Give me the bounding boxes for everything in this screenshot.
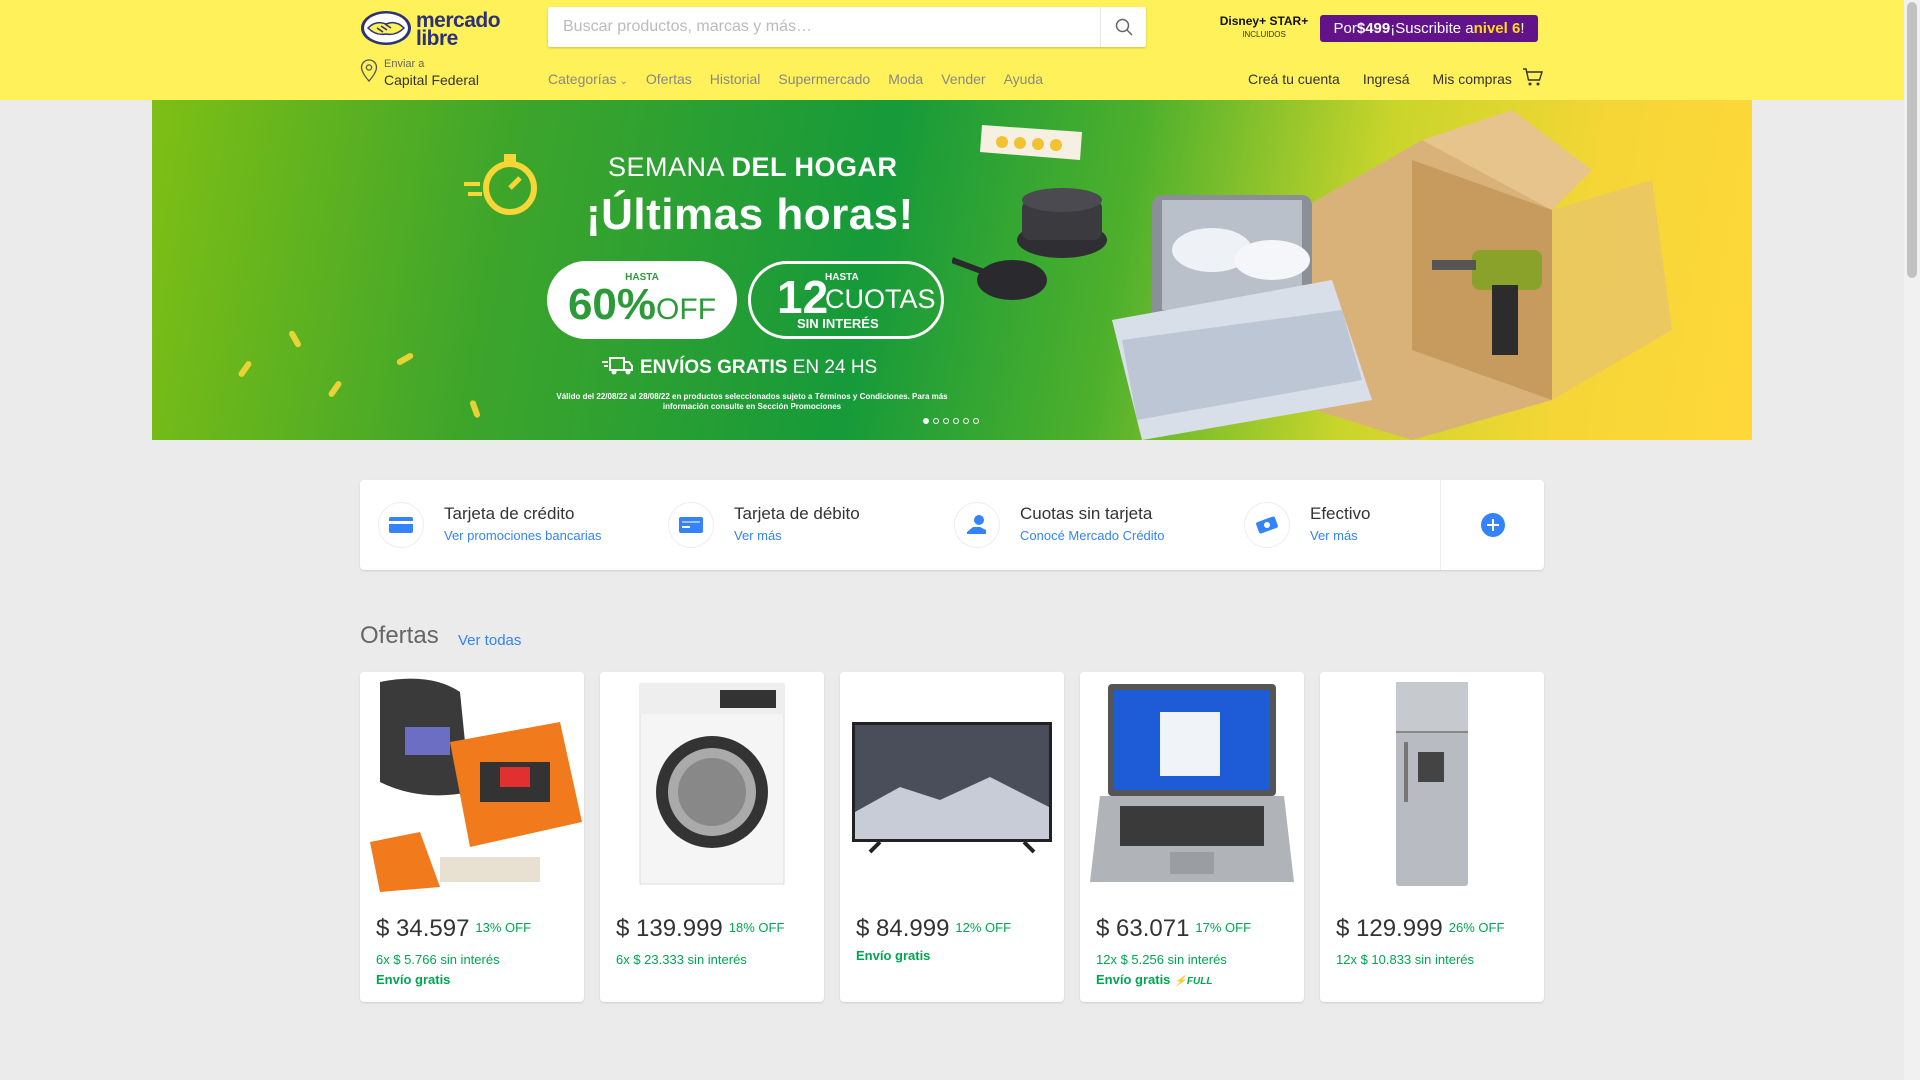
cart-icon [1523,68,1543,86]
subscribe-level6-button[interactable]: Por $499 ¡Suscribite a nivel 6! [1320,15,1538,42]
location-value: Capital Federal [384,72,479,88]
washing-machine-image [600,672,824,896]
discount-badge: 17% OFF [1195,920,1252,935]
logo-text: mercado libre [416,9,501,50]
discount-badge: 18% OFF [728,920,785,935]
cash-icon [1256,516,1278,534]
carousel-dot-1[interactable] [923,418,929,424]
disney-star-badge[interactable]: Disney+ STAR+ INCLUIDOS [1218,14,1310,48]
truck-icon [602,357,633,375]
free-shipping-text: ENVÍOS GRATIS EN 24 HS [602,355,877,379]
search-button[interactable] [1100,7,1146,47]
product-price: $ 139.999 [616,915,723,942]
nav-categorias[interactable]: Categorías ⌄ [548,71,628,87]
search-input[interactable] [548,7,1100,47]
see-all-offers-link[interactable]: Ver todas [458,632,521,649]
product-price: $ 63.071 [1096,915,1190,942]
product-price: $ 84.999 [856,915,950,942]
banner-title: SEMANA DEL HOGAR [608,152,898,182]
installments-text: 12x $ 5.256 sin interés [1096,952,1227,967]
page-scrollbar[interactable] [1904,0,1920,1080]
offers-title: Ofertas [360,622,439,649]
spark-decoration [237,359,253,379]
spark-decoration [469,399,481,419]
scrollbar-thumb[interactable] [1907,2,1917,278]
my-purchases-link[interactable]: Mis compras [1433,71,1512,87]
product-image-television [840,672,1064,896]
carousel-dot-4[interactable] [953,418,959,424]
search-box [548,7,1146,47]
product-image-laptop [1080,672,1304,896]
nav-historial[interactable]: Historial [710,71,761,87]
product-image-refrigerator [1320,672,1544,896]
offer-card[interactable]: $ 63.071 17% OFF 12x $ 5.256 sin interés … [1080,672,1304,1002]
payment-credit-card[interactable]: Tarjeta de crédito Ver promociones banca… [360,480,650,570]
installments-text: 6x $ 23.333 sin interés [616,952,747,967]
legal-text: Válido del 22/08/22 al 28/08/22 en produ… [556,392,948,411]
welding-kit-image [360,672,584,896]
installments-text: 6x $ 5.766 sin interés [376,952,500,967]
credit-card-icon [389,517,413,533]
laptop-image [1080,672,1304,896]
payment-debit-card[interactable]: Tarjeta de débito Ver más [650,480,936,570]
plus-circle-icon [1480,513,1505,537]
free-shipping-label: Envío gratis [376,972,451,987]
nav-supermercado[interactable]: Supermercado [778,71,870,87]
product-price: $ 129.999 [1336,915,1443,942]
discount-badge: 13% OFF [475,920,532,935]
installments-pill: 12 HASTA CUOTAS SIN INTERÉS [748,261,944,339]
chevron-down-icon: ⌄ [619,76,628,87]
hero-banner[interactable]: SEMANA DEL HOGAR ¡Últimas horas! HASTA 6… [152,100,1752,440]
offer-card[interactable]: $ 84.999 12% OFF Envío gratis [840,672,1064,1002]
spark-decoration [287,329,303,349]
installments-text: 12x $ 10.833 sin interés [1336,952,1475,967]
offer-card[interactable]: $ 129.999 26% OFF 12x $ 10.833 sin interé… [1320,672,1544,1002]
handshake-logo-icon [361,11,411,45]
discount-badge: 26% OFF [1448,920,1505,935]
spark-decoration [395,351,415,367]
cart-button[interactable] [1522,67,1544,92]
header: mercado libre Disney+ STAR+ INCLUIDOS Po… [0,0,1904,100]
nav-moda[interactable]: Moda [888,71,923,87]
search-icon [1115,18,1133,36]
free-shipping-label: Envío gratis ⚡FULL [1096,972,1213,987]
hand-coin-icon [967,515,986,534]
product-image-welding-kit [360,672,584,896]
full-badge: ⚡FULL [1174,976,1213,987]
carousel-dot-6[interactable] [973,418,979,424]
location-pin-icon [360,59,378,82]
discount-pill: HASTA 60%OFF [547,261,737,339]
spark-decoration [327,379,343,399]
carousel-dot-3[interactable] [943,418,949,424]
nav-ayuda[interactable]: Ayuda [1004,71,1043,87]
home-products-illustration [952,110,1672,440]
stopwatch-icon [464,154,537,215]
banner-headline: ¡Últimas horas! [586,190,914,239]
location-label: Enviar a [384,58,425,70]
login-link[interactable]: Ingresá [1363,71,1410,87]
carousel-dot-2[interactable] [933,418,939,424]
offer-card[interactable]: $ 34.597 13% OFF 6x $ 5.766 sin interés E… [360,672,584,1002]
payment-methods-bar: Tarjeta de crédito Ver promociones banca… [360,480,1544,570]
payment-no-card-installments[interactable]: Cuotas sin tarjeta Conocé Mercado Crédit… [936,480,1226,570]
product-image-washing-machine [600,672,824,896]
nav-vender[interactable]: Vender [941,71,985,87]
free-shipping-label: Envío gratis [856,948,931,963]
main-nav: Categorías ⌄ Ofertas Historial Supermerca… [548,71,1061,87]
offer-card[interactable]: $ 139.999 18% OFF 6x $ 23.333 sin interés [600,672,824,1002]
debit-card-icon [679,517,703,533]
discount-badge: 12% OFF [955,920,1012,935]
more-payment-methods-button[interactable] [1440,480,1544,570]
payment-cash[interactable]: Efectivo Ver más [1226,480,1440,570]
nav-ofertas[interactable]: Ofertas [646,71,692,87]
refrigerator-image [1320,672,1544,896]
carousel-dots [923,418,979,424]
television-image [840,672,1064,896]
account-nav: Creá tu cuenta Ingresá Mis compras [1248,71,1535,87]
product-price: $ 34.597 [376,915,470,942]
create-account-link[interactable]: Creá tu cuenta [1248,71,1340,87]
carousel-dot-5[interactable] [963,418,969,424]
